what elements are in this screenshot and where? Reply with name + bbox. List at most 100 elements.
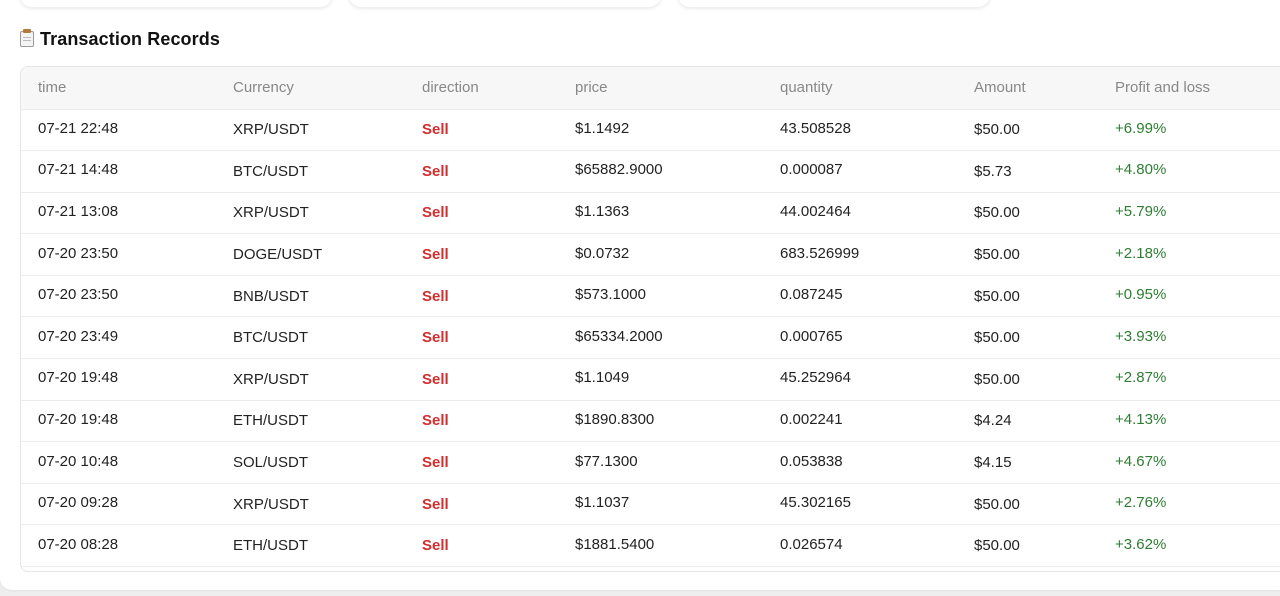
summary-card [20, 0, 332, 7]
table-row: 07-20 10:48 SOL/USDT Sell $77.1300 0.053… [21, 441, 1280, 484]
cell-amount: $50.00 [957, 275, 1098, 318]
cell-price: $65882.9000 [558, 150, 763, 193]
cell-amount: $5.73 [957, 150, 1098, 193]
cell-currency: DOGE/USDT [216, 233, 405, 276]
cell-direction: Sell [405, 192, 558, 235]
cell-time: 07-20 08:28 [21, 524, 216, 568]
cell-profit-loss: +0.95% [1098, 275, 1280, 318]
cell-currency: XRP/USDT [216, 192, 405, 235]
cell-direction: Sell [405, 150, 558, 193]
table-row: 07-21 13:08 XRP/USDT Sell $1.1363 44.002… [21, 192, 1280, 235]
cell-quantity: 0.000765 [763, 316, 957, 360]
cell-amount: $50.00 [957, 358, 1098, 401]
table-header: time Currency direction price quantity A… [21, 67, 1280, 110]
column-header-price: price [558, 67, 763, 110]
cell-time: 07-20 23:49 [21, 316, 216, 360]
cell-quantity: 43.508528 [763, 109, 957, 152]
cell-direction: Sell [405, 441, 558, 484]
summary-card [678, 0, 990, 7]
section-title: Transaction Records [40, 28, 220, 49]
table-row: 07-20 19:48 ETH/USDT Sell $1890.8300 0.0… [21, 400, 1280, 443]
cell-price: $573.1000 [558, 275, 763, 318]
cell-profit-loss: +2.76% [1098, 483, 1280, 526]
cell-currency: XRP/USDT [216, 109, 405, 152]
cell-time: 07-20 23:50 [21, 275, 216, 318]
cell-profit-loss: +2.18% [1098, 233, 1280, 276]
cell-currency: ETH/USDT [216, 400, 405, 443]
cell-price: $1.1363 [558, 192, 763, 235]
table-row: 07-20 23:49 BTC/USDT Sell $65334.2000 0.… [21, 316, 1280, 360]
cell-quantity: 45.252964 [763, 358, 957, 401]
column-header-time: time [21, 67, 216, 110]
cell-direction: Sell [405, 316, 558, 360]
cell-time: 07-20 09:28 [21, 483, 216, 526]
cell-profit-loss: +3.93% [1098, 316, 1280, 360]
cell-currency: XRP/USDT [216, 483, 405, 526]
cell-currency: BTC/USDT [216, 316, 405, 360]
column-header-amount: Amount [957, 67, 1098, 110]
cell-quantity: 683.526999 [763, 233, 957, 276]
column-header-currency: Currency [216, 67, 405, 110]
cell-amount: $4.24 [957, 400, 1098, 443]
transaction-panel: Transaction Records time Currency direct… [0, 0, 1280, 590]
cell-quantity: 0.053838 [763, 441, 957, 484]
cell-amount: $50.00 [957, 233, 1098, 276]
clipboard-icon [20, 29, 34, 47]
cell-price: $1.1037 [558, 483, 763, 526]
transaction-table-container[interactable]: time Currency direction price quantity A… [20, 66, 1280, 572]
cell-profit-loss: +4.13% [1098, 400, 1280, 443]
cell-profit-loss: +3.62% [1098, 524, 1280, 568]
cell-amount: $50.00 [957, 109, 1098, 152]
cell-quantity: 45.302165 [763, 483, 957, 526]
cell-direction: Sell [405, 275, 558, 318]
cell-price: $1890.8300 [558, 400, 763, 443]
summary-card [349, 0, 661, 7]
cell-quantity: 0.000087 [763, 150, 957, 193]
cell-direction: Sell [405, 524, 558, 568]
cell-profit-loss: +5.79% [1098, 192, 1280, 235]
cell-price: $77.1300 [558, 441, 763, 484]
cell-profit-loss: +6.99% [1098, 109, 1280, 152]
cell-price: $1.1049 [558, 358, 763, 401]
cell-price: $65334.2000 [558, 316, 763, 360]
cell-price: $1881.5400 [558, 524, 763, 568]
cell-amount: $50.00 [957, 524, 1098, 568]
column-header-quantity: quantity [763, 67, 957, 110]
table-row: 07-20 23:50 DOGE/USDT Sell $0.0732 683.5… [21, 233, 1280, 276]
cell-currency: SOL/USDT [216, 441, 405, 484]
cell-time: 07-20 23:50 [21, 233, 216, 276]
cell-profit-loss: +4.67% [1098, 441, 1280, 484]
table-row: 07-21 14:48 BTC/USDT Sell $65882.9000 0.… [21, 150, 1280, 193]
cell-direction: Sell [405, 233, 558, 276]
table-row: 07-20 09:28 XRP/USDT Sell $1.1037 45.302… [21, 483, 1280, 526]
cell-currency: XRP/USDT [216, 358, 405, 401]
cell-time: 07-20 19:48 [21, 400, 216, 443]
cell-currency: ETH/USDT [216, 524, 405, 568]
section-header: Transaction Records [20, 28, 220, 50]
table-body: 07-21 22:48 XRP/USDT Sell $1.1492 43.508… [21, 109, 1280, 568]
cell-amount: $50.00 [957, 192, 1098, 235]
cell-direction: Sell [405, 400, 558, 443]
cell-direction: Sell [405, 358, 558, 401]
cell-price: $1.1492 [558, 109, 763, 152]
cell-direction: Sell [405, 483, 558, 526]
cell-currency: BNB/USDT [216, 275, 405, 318]
column-header-direction: direction [405, 67, 558, 110]
cell-profit-loss: +4.80% [1098, 150, 1280, 193]
cell-price: $0.0732 [558, 233, 763, 276]
table-row: 07-21 22:48 XRP/USDT Sell $1.1492 43.508… [21, 109, 1280, 152]
table-row: 07-20 23:50 BNB/USDT Sell $573.1000 0.08… [21, 275, 1280, 318]
cell-amount: $50.00 [957, 316, 1098, 360]
cell-amount: $50.00 [957, 483, 1098, 526]
cell-currency: BTC/USDT [216, 150, 405, 193]
cell-quantity: 0.026574 [763, 524, 957, 568]
table-row: 07-20 08:28 ETH/USDT Sell $1881.5400 0.0… [21, 524, 1280, 568]
cell-direction: Sell [405, 109, 558, 152]
cell-time: 07-21 22:48 [21, 109, 216, 152]
cell-time: 07-20 19:48 [21, 358, 216, 401]
transaction-table: time Currency direction price quantity A… [21, 67, 1280, 568]
cell-quantity: 0.002241 [763, 400, 957, 443]
cell-amount: $4.15 [957, 441, 1098, 484]
table-row: 07-20 19:48 XRP/USDT Sell $1.1049 45.252… [21, 358, 1280, 401]
cell-time: 07-21 14:48 [21, 150, 216, 193]
